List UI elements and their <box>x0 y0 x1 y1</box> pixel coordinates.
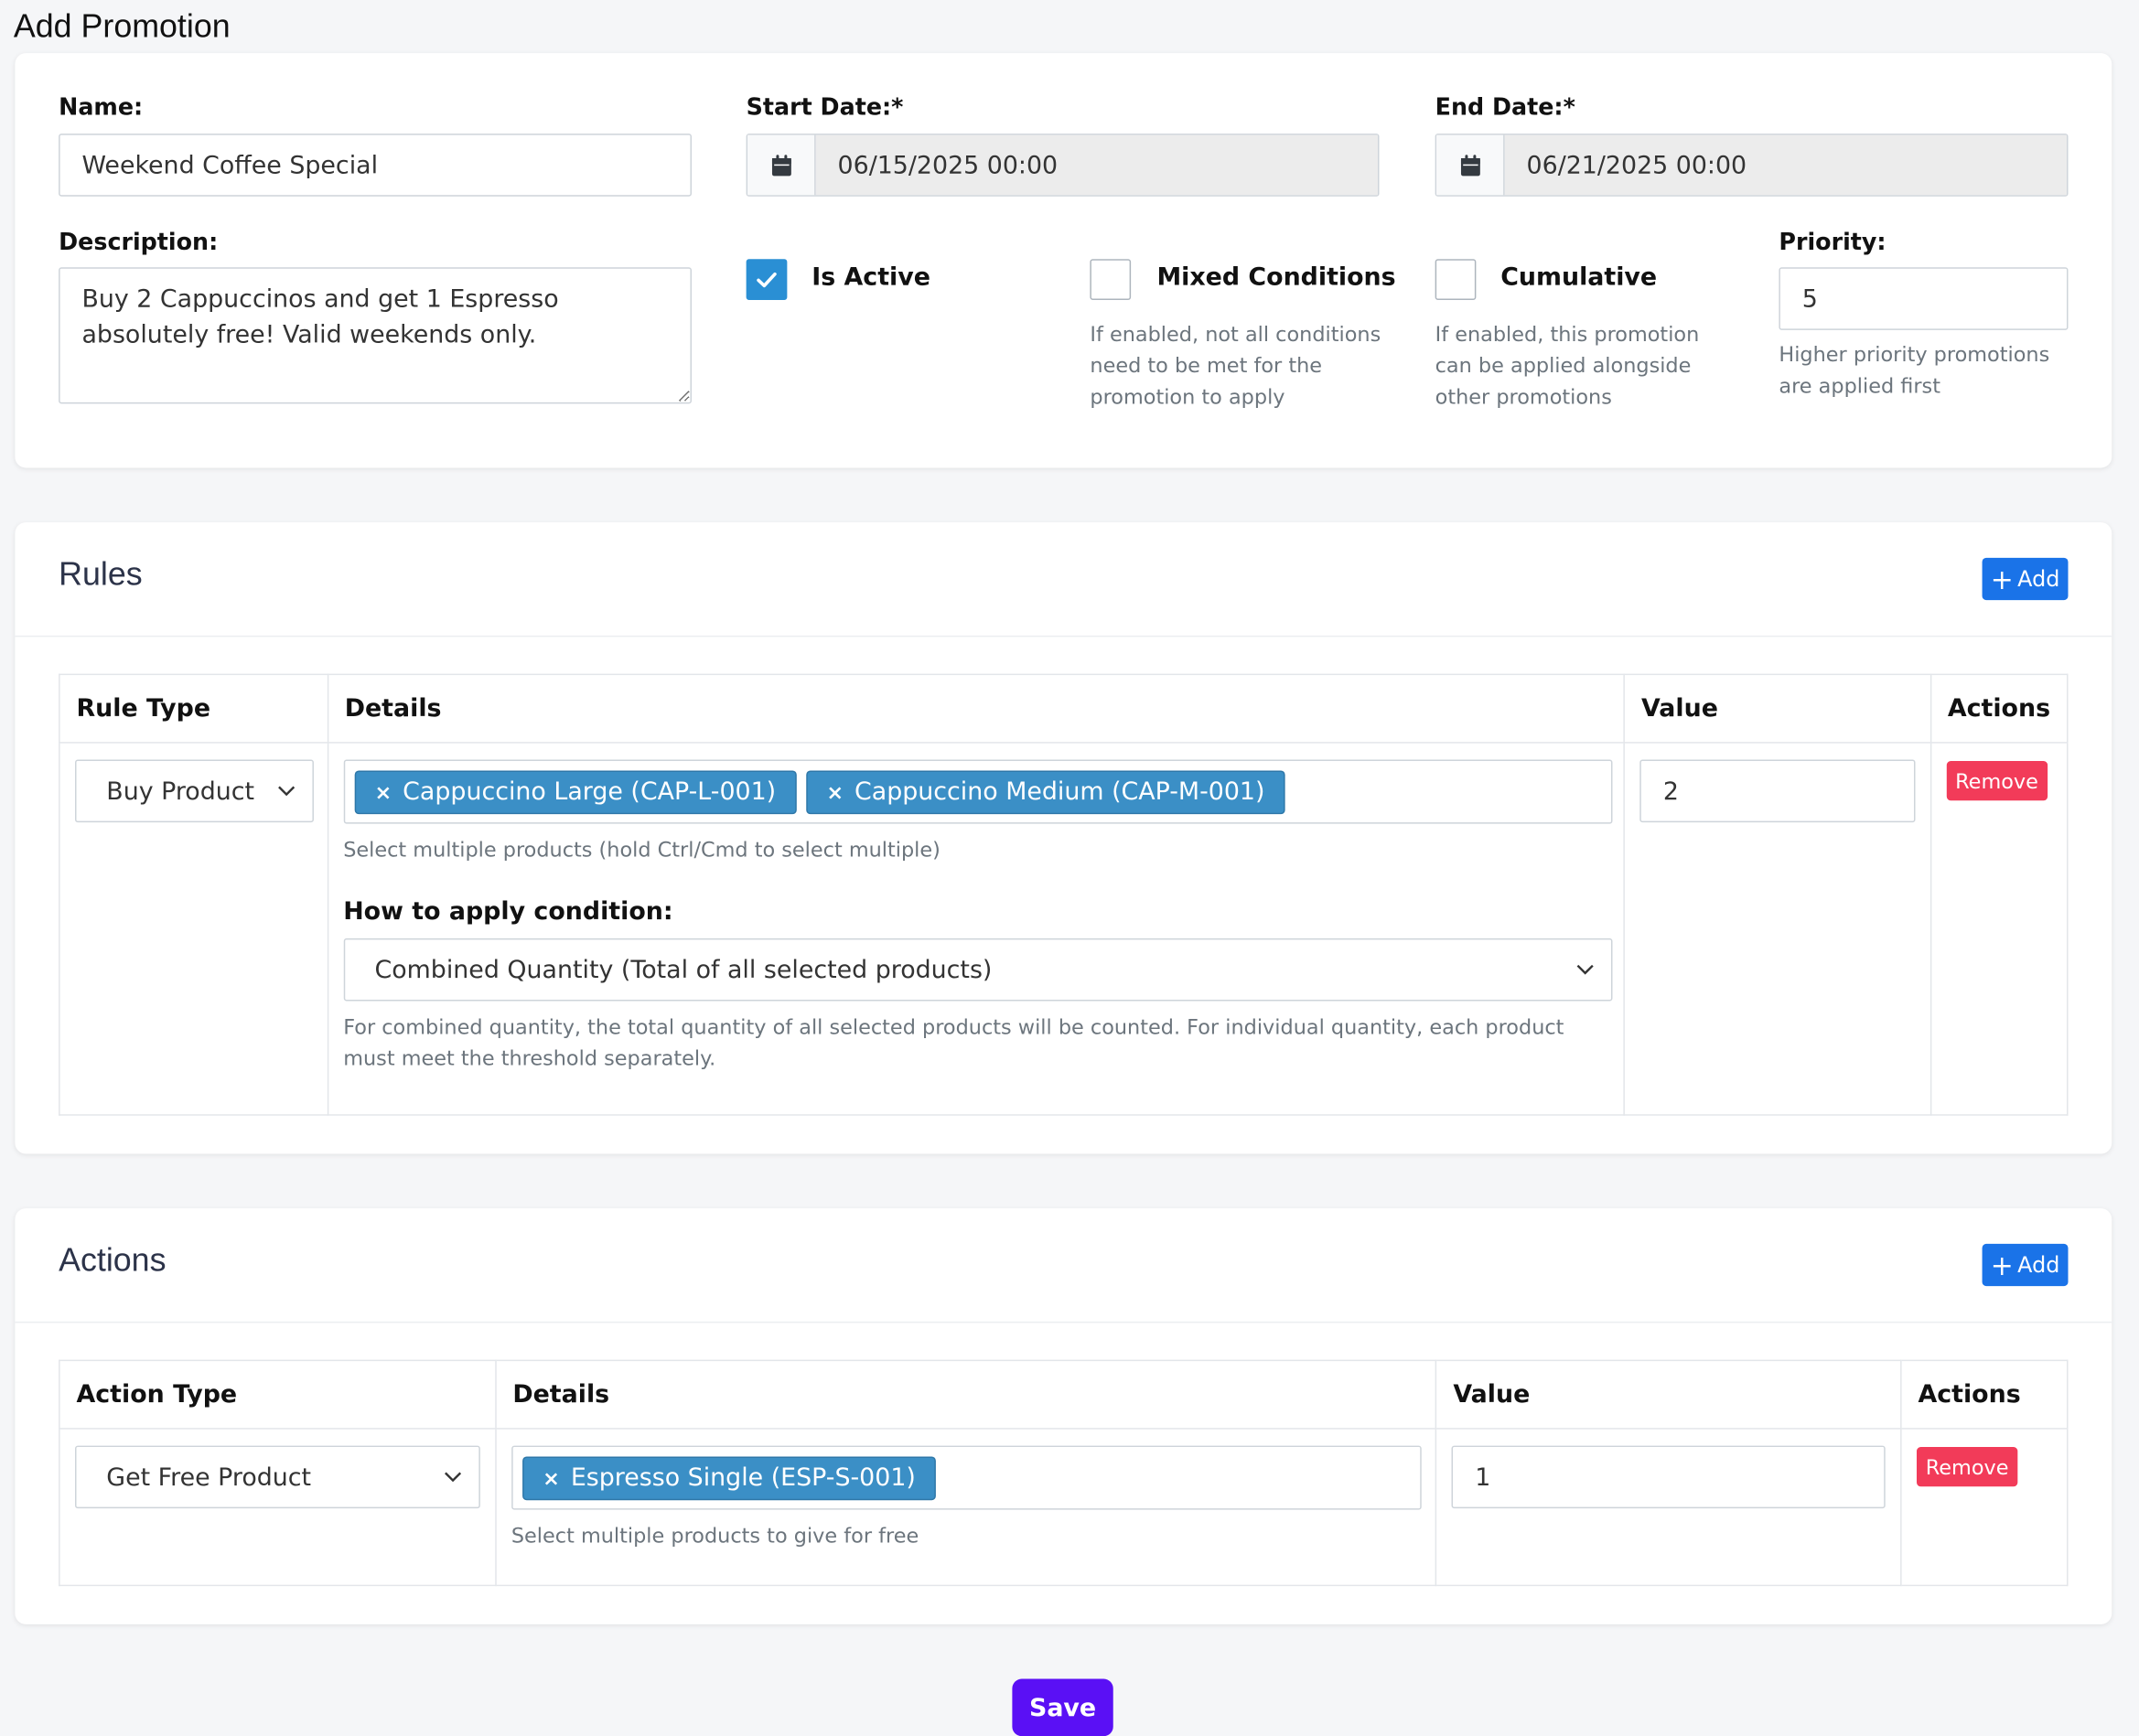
table-header-row: Action Type Details Value Actions <box>59 1359 2069 1430</box>
apply-condition-value: Combined Quantity (Total of all selected… <box>374 955 993 984</box>
product-tag-label: Espresso Single (ESP-S-001) <box>570 1463 916 1493</box>
action-type-select[interactable]: Get Free Product <box>75 1445 480 1509</box>
calendar-icon[interactable] <box>1436 134 1505 196</box>
check-icon <box>757 272 777 287</box>
rule-type-cell: Buy Product <box>59 742 328 1116</box>
column-header: Details <box>494 1359 1437 1430</box>
start-date-field[interactable]: 06/15/2025 00:00 <box>746 134 1380 197</box>
table-row: Get Free Product × Espresso Single (ESP-… <box>59 1428 2069 1587</box>
add-rule-button[interactable]: + Add <box>1982 557 2069 601</box>
rule-type-value: Buy Product <box>106 777 255 806</box>
product-tag[interactable]: × Cappuccino Medium (CAP-M-001) <box>805 769 1285 814</box>
chevron-down-icon <box>1576 964 1594 975</box>
priority-input[interactable]: 5 <box>1779 267 2069 330</box>
product-tag-label: Cappuccino Large (CAP-L-001) <box>403 777 777 807</box>
cumulative-help: If enabled, this promotion can be applie… <box>1435 321 1700 410</box>
apply-condition-select[interactable]: Combined Quantity (Total of all selected… <box>343 938 1612 1002</box>
remove-rule-button[interactable]: Remove <box>1946 761 2048 801</box>
end-date-value[interactable]: 06/21/2025 00:00 <box>1504 134 2068 196</box>
rule-products-help: Select multiple products (hold Ctrl/Cmd … <box>343 837 941 863</box>
start-date-label: Start Date:* <box>746 93 904 122</box>
action-products-help: Select multiple products to give for fre… <box>511 1523 919 1548</box>
rules-title: Rules <box>59 556 143 594</box>
action-details-cell: × Espresso Single (ESP-S-001) Select mul… <box>494 1428 1437 1587</box>
calendar-icon[interactable] <box>747 134 816 196</box>
column-header: Actions <box>1929 673 2069 744</box>
name-input[interactable]: Weekend Coffee Special <box>59 134 692 197</box>
description-label: Description: <box>59 229 219 257</box>
start-date-value[interactable]: 06/15/2025 00:00 <box>815 134 1379 196</box>
product-tag[interactable]: × Espresso Single (ESP-S-001) <box>521 1455 937 1500</box>
add-action-label: Add <box>2017 1251 2060 1279</box>
action-value-cell: 1 <box>1435 1428 1902 1587</box>
name-label: Name: <box>59 93 144 122</box>
action-products-select[interactable]: × Espresso Single (ESP-S-001) <box>511 1445 1422 1510</box>
plus-icon: + <box>1990 563 2014 595</box>
rule-value-cell: 2 <box>1623 742 1931 1116</box>
plus-icon: + <box>1990 1248 2014 1281</box>
rules-table: Rule Type Details Value Actions Buy Prod… <box>59 673 2069 1116</box>
end-date-field[interactable]: 06/21/2025 00:00 <box>1435 134 2069 197</box>
add-rule-label: Add <box>2017 565 2060 593</box>
remove-tag-icon[interactable]: × <box>826 779 844 804</box>
rule-details-cell: × Cappuccino Large (CAP-L-001) × Cappucc… <box>327 742 1626 1116</box>
add-action-button[interactable]: + Add <box>1982 1243 2069 1287</box>
apply-condition-help: For combined quantity, the total quantit… <box>343 1014 1564 1071</box>
apply-condition-label: How to apply condition: <box>343 897 673 927</box>
description-textarea[interactable]: Buy 2 Cappuccinos and get 1 Espresso abs… <box>59 267 692 404</box>
remove-tag-icon[interactable]: × <box>374 779 392 804</box>
general-card: Name: Weekend Coffee Special Start Date:… <box>15 53 2112 468</box>
priority-help: Higher priority promotions are applied f… <box>1779 342 2050 399</box>
actions-card: Actions + Add Action Type Details Value … <box>15 1208 2112 1624</box>
is-active-checkbox[interactable] <box>746 259 788 301</box>
mixed-conditions-label[interactable]: Mixed Conditions <box>1156 263 1395 292</box>
rules-card: Rules + Add Rule Type Details Value Acti… <box>15 522 2112 1154</box>
column-header: Value <box>1435 1359 1902 1430</box>
column-header: Action Type <box>59 1359 497 1430</box>
actions-title: Actions <box>59 1242 167 1280</box>
actions-table: Action Type Details Value Actions Get Fr… <box>59 1359 2069 1587</box>
action-actions-cell: Remove <box>1900 1428 2069 1587</box>
product-tag[interactable]: × Cappuccino Large (CAP-L-001) <box>354 769 797 814</box>
end-date-label: End Date:* <box>1435 93 1575 122</box>
cumulative-label[interactable]: Cumulative <box>1500 263 1657 292</box>
rule-value-input[interactable]: 2 <box>1639 759 1916 823</box>
product-tag-label: Cappuccino Medium (CAP-M-001) <box>855 777 1265 807</box>
rule-products-select[interactable]: × Cappuccino Large (CAP-L-001) × Cappucc… <box>343 759 1612 824</box>
column-header: Value <box>1623 673 1931 744</box>
cumulative-checkbox[interactable] <box>1435 259 1477 301</box>
mixed-conditions-help: If enabled, not all conditions need to b… <box>1090 321 1381 410</box>
page-title: Add Promotion <box>13 7 231 46</box>
action-value-input[interactable]: 1 <box>1451 1445 1886 1509</box>
divider <box>15 635 2112 638</box>
remove-action-button[interactable]: Remove <box>1916 1447 2018 1487</box>
rule-type-select[interactable]: Buy Product <box>75 759 314 823</box>
column-header: Details <box>327 673 1626 744</box>
chevron-down-icon <box>278 786 296 797</box>
priority-label: Priority: <box>1779 229 1886 257</box>
chevron-down-icon <box>445 1472 462 1483</box>
remove-tag-icon[interactable]: × <box>543 1465 560 1490</box>
action-type-value: Get Free Product <box>106 1463 312 1492</box>
column-header: Rule Type <box>59 673 328 744</box>
is-active-label[interactable]: Is Active <box>812 263 930 292</box>
table-header-row: Rule Type Details Value Actions <box>59 673 2069 744</box>
rule-actions-cell: Remove <box>1929 742 2069 1116</box>
mixed-conditions-checkbox[interactable] <box>1090 259 1132 301</box>
divider <box>15 1321 2112 1323</box>
action-type-cell: Get Free Product <box>59 1428 497 1587</box>
table-row: Buy Product × Cappuccino Large (CAP-L-00… <box>59 742 2069 1116</box>
save-button[interactable]: Save <box>1012 1678 1113 1736</box>
column-header: Actions <box>1900 1359 2069 1430</box>
